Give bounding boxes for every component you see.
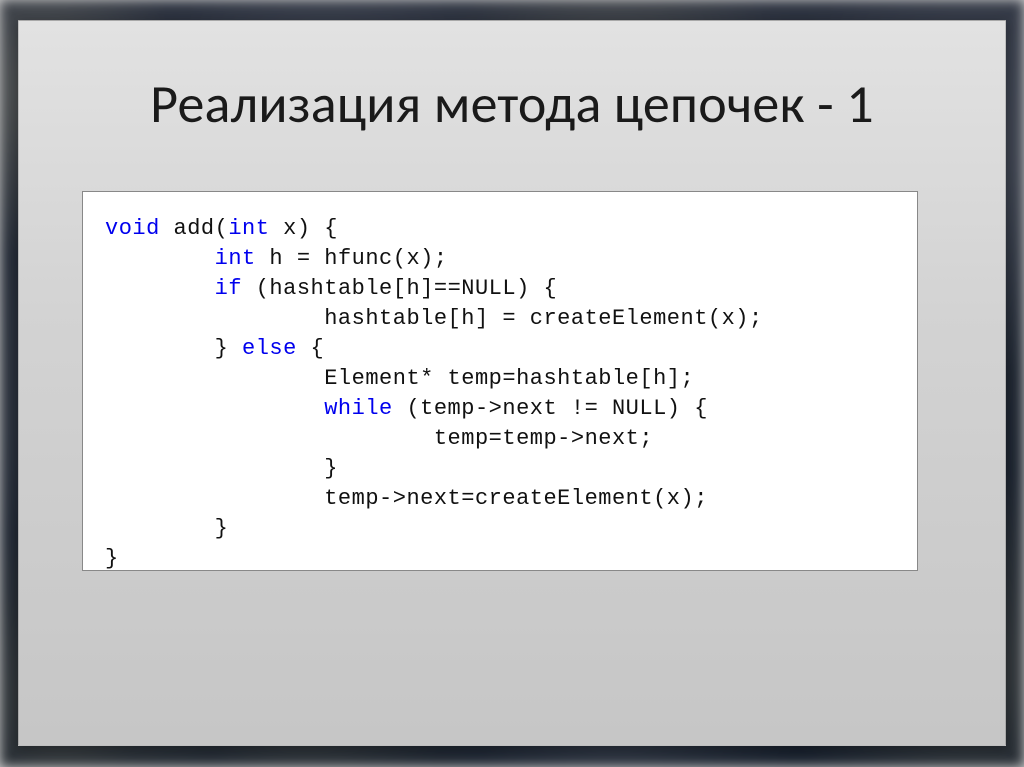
code-text xyxy=(105,396,324,421)
code-listing: void add(int x) { int h = hfunc(x); if (… xyxy=(105,214,897,574)
code-text: Element* temp=hashtable[h]; xyxy=(105,366,694,391)
code-text: } xyxy=(105,546,119,571)
code-text: { xyxy=(297,336,324,361)
code-text: } xyxy=(105,456,338,481)
code-text: } xyxy=(105,516,228,541)
kw-int: int xyxy=(215,246,256,271)
code-text: h = hfunc(x); xyxy=(256,246,448,271)
code-text: hashtable[h] = createElement(x); xyxy=(105,306,763,331)
kw-else: else xyxy=(242,336,297,361)
kw-while: while xyxy=(324,396,393,421)
code-text xyxy=(105,276,215,301)
code-text: (hashtable[h]==NULL) { xyxy=(242,276,557,301)
code-text: temp->next=createElement(x); xyxy=(105,486,708,511)
code-text: (temp->next != NULL) { xyxy=(393,396,708,421)
kw-void: void xyxy=(105,216,160,241)
code-text xyxy=(105,246,215,271)
code-box: void add(int x) { int h = hfunc(x); if (… xyxy=(82,191,918,571)
code-text: add( xyxy=(160,216,229,241)
code-text: } xyxy=(105,336,242,361)
code-text: x) { xyxy=(269,216,338,241)
code-text: temp=temp->next; xyxy=(105,426,653,451)
kw-if: if xyxy=(215,276,242,301)
slide: Реализация метода цепочек - 1 void add(i… xyxy=(18,20,1006,746)
slide-title: Реализация метода цепочек - 1 xyxy=(19,71,1005,137)
kw-int: int xyxy=(228,216,269,241)
